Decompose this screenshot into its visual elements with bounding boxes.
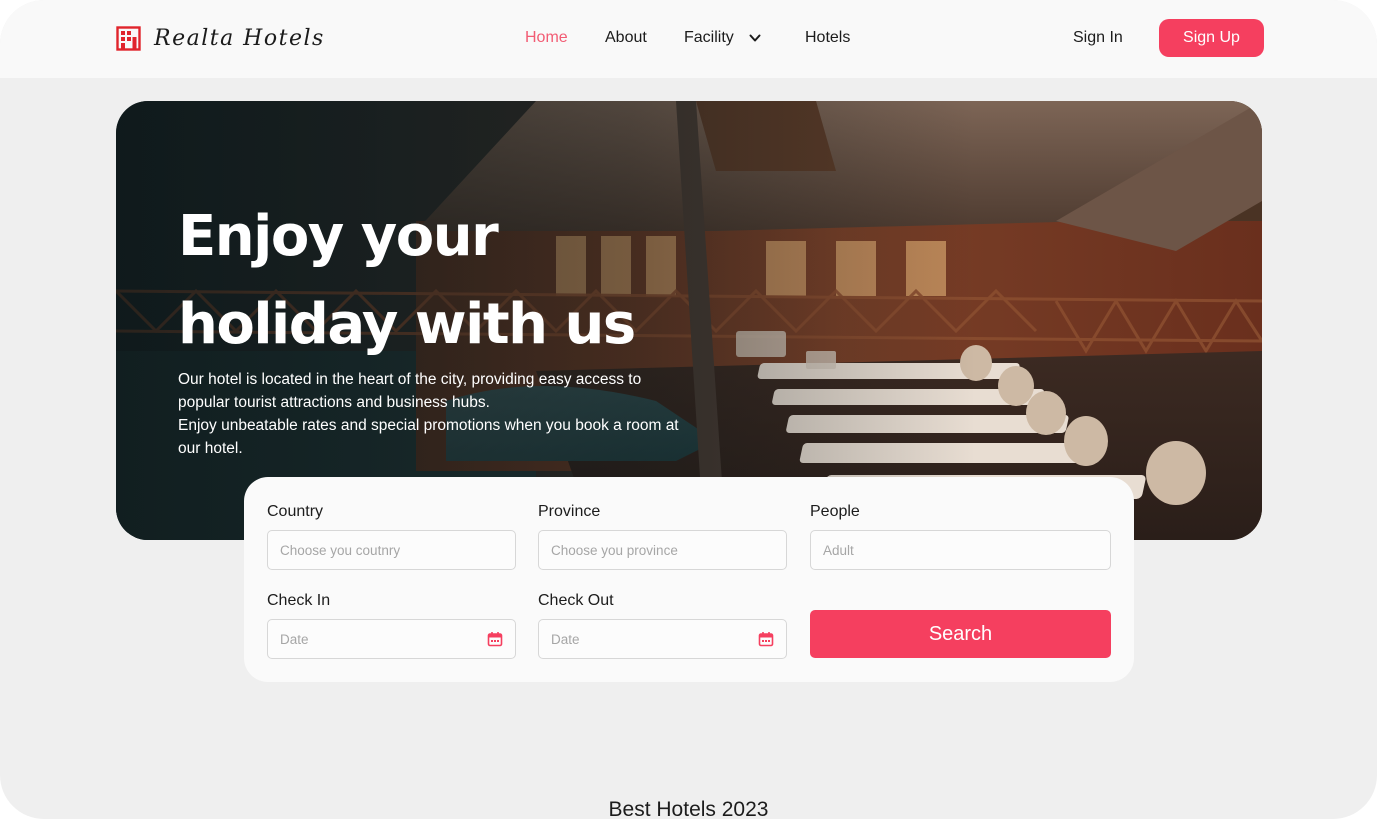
sign-in-link[interactable]: Sign In — [1073, 29, 1123, 47]
hotel-building-icon — [116, 25, 141, 51]
check-out-date-input[interactable]: Date — [538, 619, 787, 659]
people-placeholder: Adult — [823, 542, 854, 558]
check-out-label: Check Out — [538, 592, 614, 609]
hero-description-line: Our hotel is located in the heart of the… — [178, 371, 642, 388]
country-label: Country — [267, 503, 324, 520]
hero-description-line: popular tourist attractions and business… — [178, 394, 490, 411]
search-button[interactable]: Search — [810, 610, 1111, 658]
top-navbar: Realta Hotels Home About Facility Hotels… — [0, 0, 1377, 78]
hero-title-line-2: holiday with us — [178, 292, 636, 357]
hero-description-line: Enjoy unbeatable rates and special promo… — [178, 417, 679, 434]
check-in-placeholder: Date — [280, 631, 309, 647]
people-input[interactable]: Adult — [810, 530, 1111, 570]
nav-facility-label: Facility — [684, 29, 734, 46]
hero-banner: Enjoy your holiday with us Our hotel is … — [116, 101, 1262, 540]
calendar-icon[interactable] — [487, 631, 503, 647]
hero-title-line-1: Enjoy your — [178, 204, 499, 269]
check-in-label: Check In — [267, 592, 331, 609]
sign-up-button[interactable]: Sign Up — [1159, 19, 1264, 57]
page-frame: Realta Hotels Home About Facility Hotels… — [0, 0, 1377, 819]
booking-search-card: Country Choose you coutnry Province Choo… — [244, 477, 1134, 682]
nav-hotels[interactable]: Hotels — [805, 29, 850, 47]
nav-about[interactable]: About — [605, 29, 647, 47]
country-select[interactable]: Choose you coutnry — [267, 530, 516, 570]
hero-description: Our hotel is located in the heart of the… — [178, 368, 778, 460]
chevron-down-icon — [749, 34, 761, 42]
hero-description-line: our hotel. — [178, 440, 243, 457]
check-in-date-input[interactable]: Date — [267, 619, 516, 659]
country-placeholder: Choose you coutnry — [280, 542, 401, 558]
province-label: Province — [538, 503, 601, 520]
hero-title: Enjoy your holiday with us — [178, 193, 738, 369]
check-out-placeholder: Date — [551, 631, 580, 647]
brand-logo[interactable]: Realta Hotels — [116, 24, 325, 52]
nav-home[interactable]: Home — [525, 29, 568, 47]
nav-facility[interactable]: Facility — [684, 29, 762, 47]
best-hotels-heading: Best Hotels 2023 — [608, 798, 769, 819]
province-select[interactable]: Choose you province — [538, 530, 787, 570]
province-placeholder: Choose you province — [551, 542, 678, 558]
brand-name: Realta Hotels — [154, 25, 325, 51]
calendar-icon[interactable] — [758, 631, 774, 647]
people-label: People — [810, 503, 860, 520]
